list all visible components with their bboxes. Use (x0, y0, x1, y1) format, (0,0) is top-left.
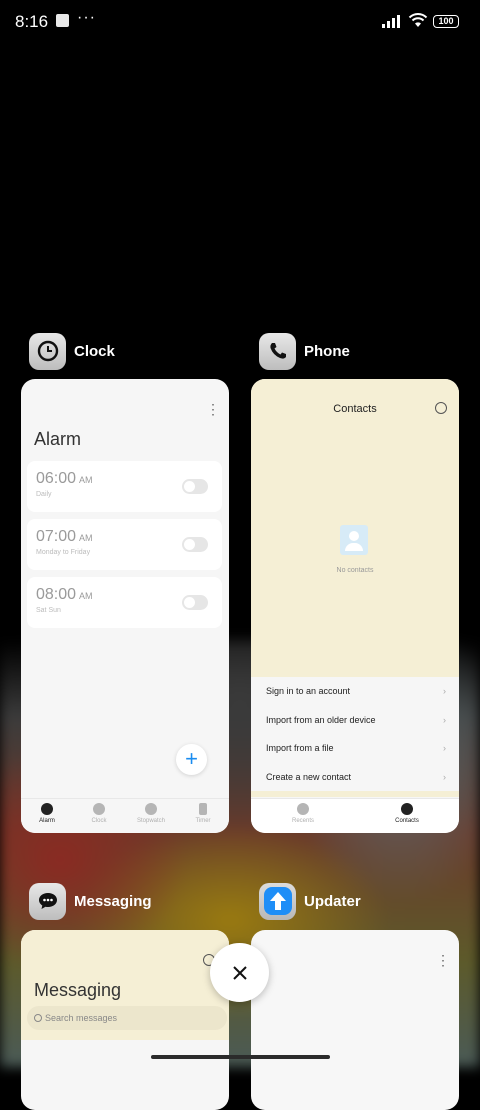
person-icon (401, 803, 413, 815)
messaging-app-icon[interactable] (29, 882, 66, 920)
updater-app-icon[interactable] (259, 882, 296, 920)
alarm-toggle[interactable] (182, 595, 208, 610)
phone-icon (297, 803, 309, 815)
clock-icon (93, 803, 105, 815)
alarm-icon (41, 803, 53, 815)
updater-card[interactable]: ⋮ (251, 930, 459, 1110)
signal-icon (382, 15, 400, 28)
stopwatch-icon (145, 803, 157, 815)
home-indicator[interactable] (151, 1055, 330, 1059)
app-name: Messaging (74, 892, 152, 910)
tab-clock[interactable]: Clock (73, 799, 125, 833)
menu-create-contact[interactable]: Create a new contact › (266, 772, 446, 782)
app-name: Updater (304, 892, 361, 910)
chevron-right-icon: › (443, 686, 446, 696)
app-header-messaging[interactable]: Messaging (29, 882, 152, 920)
add-alarm-button[interactable]: + (176, 744, 207, 775)
divider (251, 791, 459, 797)
chevron-right-icon: › (443, 772, 446, 782)
notification-icon (56, 14, 69, 27)
alarm-item[interactable]: 06:00 AM Daily (27, 461, 222, 512)
alarm-toggle[interactable] (182, 479, 208, 494)
alarm-repeat: Monday to Friday (36, 549, 91, 556)
hourglass-icon (199, 803, 207, 815)
tab-timer[interactable]: Timer (177, 799, 229, 833)
phone-tab-bar: Recents Contacts (251, 798, 459, 833)
phone-app-icon[interactable] (259, 332, 296, 370)
contact-placeholder-icon (340, 525, 368, 555)
alarm-item[interactable]: 07:00 AM Monday to Friday (27, 519, 222, 570)
search-icon (34, 1014, 42, 1022)
more-notifications-icon: ··· (77, 9, 96, 26)
menu-sign-in[interactable]: Sign in to an account › (266, 686, 446, 696)
wifi-icon (408, 13, 428, 27)
page-title: Messaging (34, 980, 122, 1000)
tab-recents[interactable]: Recents (251, 799, 355, 833)
alarm-time: 06:00 AM (36, 470, 93, 487)
tab-stopwatch[interactable]: Stopwatch (125, 799, 177, 833)
alarm-toggle[interactable] (182, 537, 208, 552)
app-name: Clock (74, 342, 115, 360)
clear-all-button[interactable] (210, 943, 269, 1002)
app-header-phone[interactable]: Phone (259, 332, 350, 370)
alarm-repeat: Sat Sun (36, 607, 61, 614)
empty-state-text: No contacts (336, 567, 374, 574)
app-header-updater[interactable]: Updater (259, 882, 361, 920)
clock-card[interactable]: ⋮ Alarm 06:00 AM Daily 07:00 AM Monday to … (21, 379, 229, 833)
chevron-right-icon: › (443, 715, 446, 725)
more-options-icon[interactable]: ⋮ (436, 952, 450, 969)
clock-tab-bar: Alarm Clock Stopwatch Timer (21, 798, 229, 833)
battery-icon: 100 (433, 15, 459, 28)
close-icon (232, 965, 247, 980)
clock-app-icon[interactable] (29, 332, 66, 370)
status-bar: 8:16 ··· 100 (0, 0, 480, 44)
search-input[interactable]: Search messages (27, 1006, 227, 1030)
menu-import-older-device[interactable]: Import from an older device › (266, 715, 446, 725)
alarm-time: 07:00 AM (36, 528, 93, 545)
more-options-icon[interactable]: ⋮ (206, 401, 220, 418)
alarm-time: 08:00 AM (36, 586, 93, 603)
tab-alarm[interactable]: Alarm (21, 799, 73, 833)
phone-card[interactable]: Contacts No contacts Sign in to an accou… (251, 379, 459, 833)
menu-import-file[interactable]: Import from a file › (266, 743, 446, 753)
alarm-item[interactable]: 08:00 AM Sat Sun (27, 577, 222, 628)
messaging-card[interactable]: Messaging Search messages (21, 930, 229, 1110)
app-header-clock[interactable]: Clock (29, 332, 115, 370)
app-name: Phone (304, 342, 350, 360)
page-title: Contacts (333, 403, 377, 415)
settings-icon[interactable] (435, 402, 447, 414)
chevron-right-icon: › (443, 743, 446, 753)
status-time: 8:16 (15, 12, 49, 31)
alarm-repeat: Daily (36, 491, 52, 498)
tab-contacts[interactable]: Contacts (355, 799, 459, 833)
page-title: Alarm (34, 429, 82, 449)
